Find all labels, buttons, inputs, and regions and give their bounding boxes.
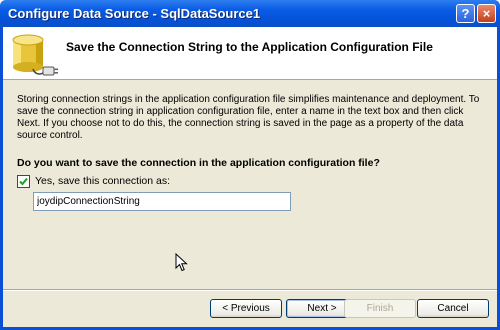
connection-name-input[interactable] — [33, 192, 291, 211]
database-plug-icon — [12, 34, 58, 76]
footer-separator — [3, 289, 497, 291]
checkmark-icon — [19, 177, 28, 186]
previous-button[interactable]: < Previous — [210, 299, 282, 318]
save-connection-label[interactable]: Yes, save this connection as: — [35, 175, 170, 187]
save-question-label: Do you want to save the connection in th… — [17, 157, 380, 169]
title-bar[interactable]: Configure Data Source - SqlDataSource1 ?… — [0, 0, 500, 27]
description-text: Storing connection strings in the applic… — [17, 94, 480, 141]
window-title: Configure Data Source - SqlDataSource1 — [8, 6, 261, 21]
help-button[interactable]: ? — [456, 4, 475, 23]
cancel-button[interactable]: Cancel — [417, 299, 489, 318]
save-connection-checkbox[interactable] — [17, 175, 30, 188]
finish-button: Finish — [344, 299, 416, 318]
wizard-header: Save the Connection String to the Applic… — [3, 27, 497, 80]
mouse-cursor-icon — [175, 253, 188, 272]
close-button[interactable]: × — [477, 4, 496, 23]
dialog-body: Save the Connection String to the Applic… — [3, 27, 497, 327]
dialog-window: Configure Data Source - SqlDataSource1 ?… — [0, 0, 500, 330]
page-title: Save the Connection String to the Applic… — [66, 40, 433, 54]
